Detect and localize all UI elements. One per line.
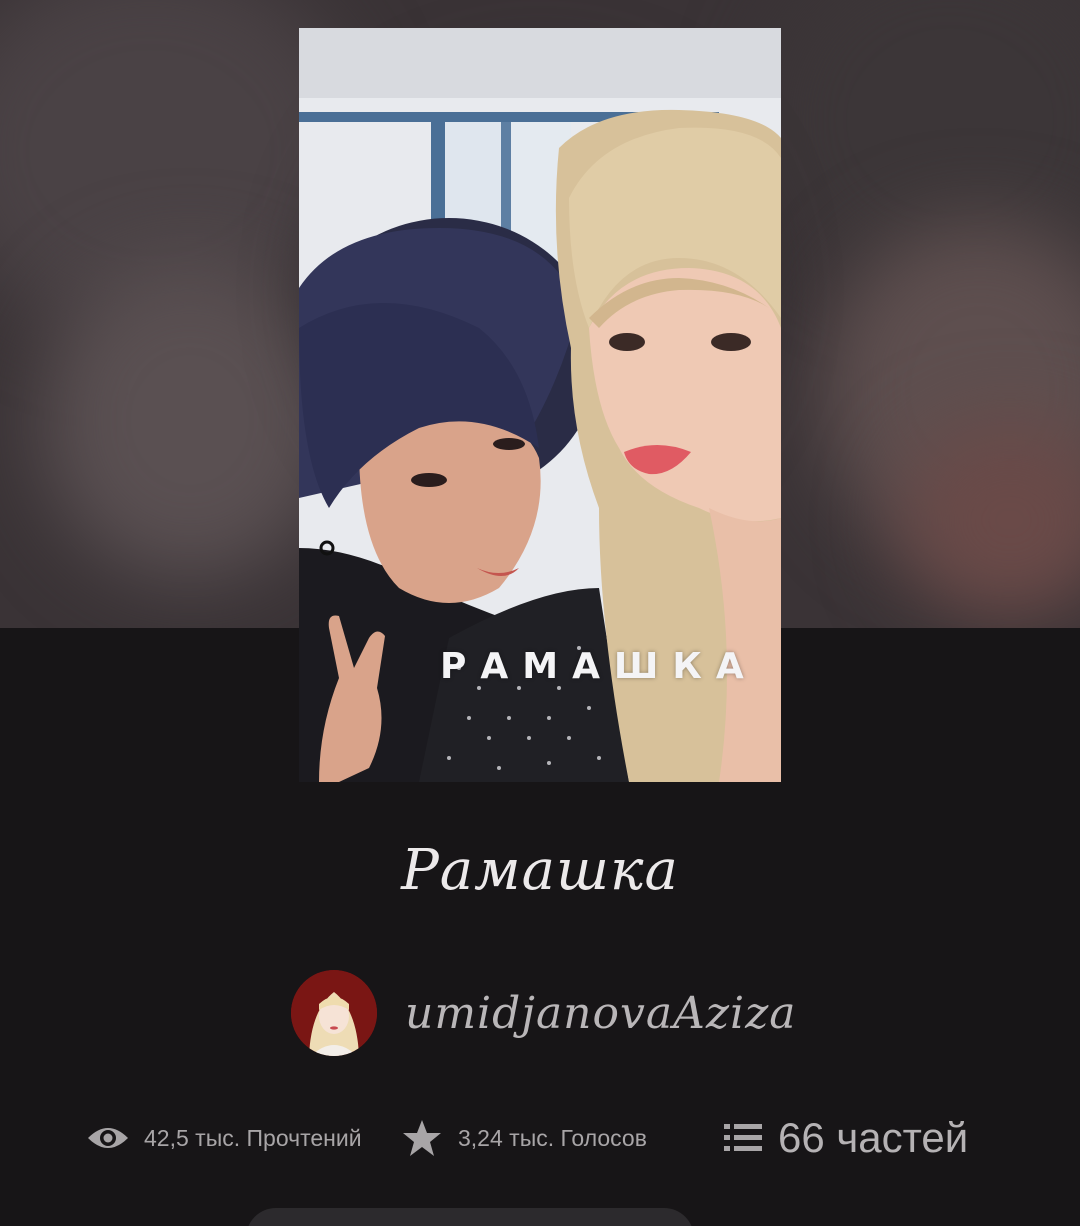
author-avatar[interactable]: [291, 970, 377, 1056]
story-title: Рамашка: [401, 838, 679, 903]
votes-count: 3,24 тыс. Голосов: [458, 1124, 647, 1151]
list-icon: [724, 1122, 762, 1154]
cover-image[interactable]: РАМАШКА: [299, 28, 781, 782]
votes-stat: 3,24 тыс. Голосов: [402, 1108, 647, 1168]
parts-count: 66 частей: [778, 1114, 969, 1161]
reads-stat: 42,5 тыс. Прочтений: [86, 1108, 362, 1168]
author-name[interactable]: umidjanovaAziza: [405, 988, 797, 1039]
cover-title-text: РАМАШКА: [440, 645, 758, 687]
eye-icon: [86, 1123, 130, 1153]
reads-count: 42,5 тыс. Прочтений: [144, 1124, 362, 1151]
story-details-screen: РАМАШКА Рамашка umidjanovaAziza 42,5 тыс…: [0, 0, 1080, 1226]
author-link[interactable]: umidjanovaAziza: [291, 970, 797, 1056]
parts-stat[interactable]: 66 частей: [724, 1108, 968, 1168]
story-stats: 42,5 тыс. Прочтений 3,24 тыс. Голосов 66…: [0, 1108, 1080, 1168]
read-button[interactable]: [246, 1208, 694, 1226]
star-icon: [402, 1119, 442, 1157]
